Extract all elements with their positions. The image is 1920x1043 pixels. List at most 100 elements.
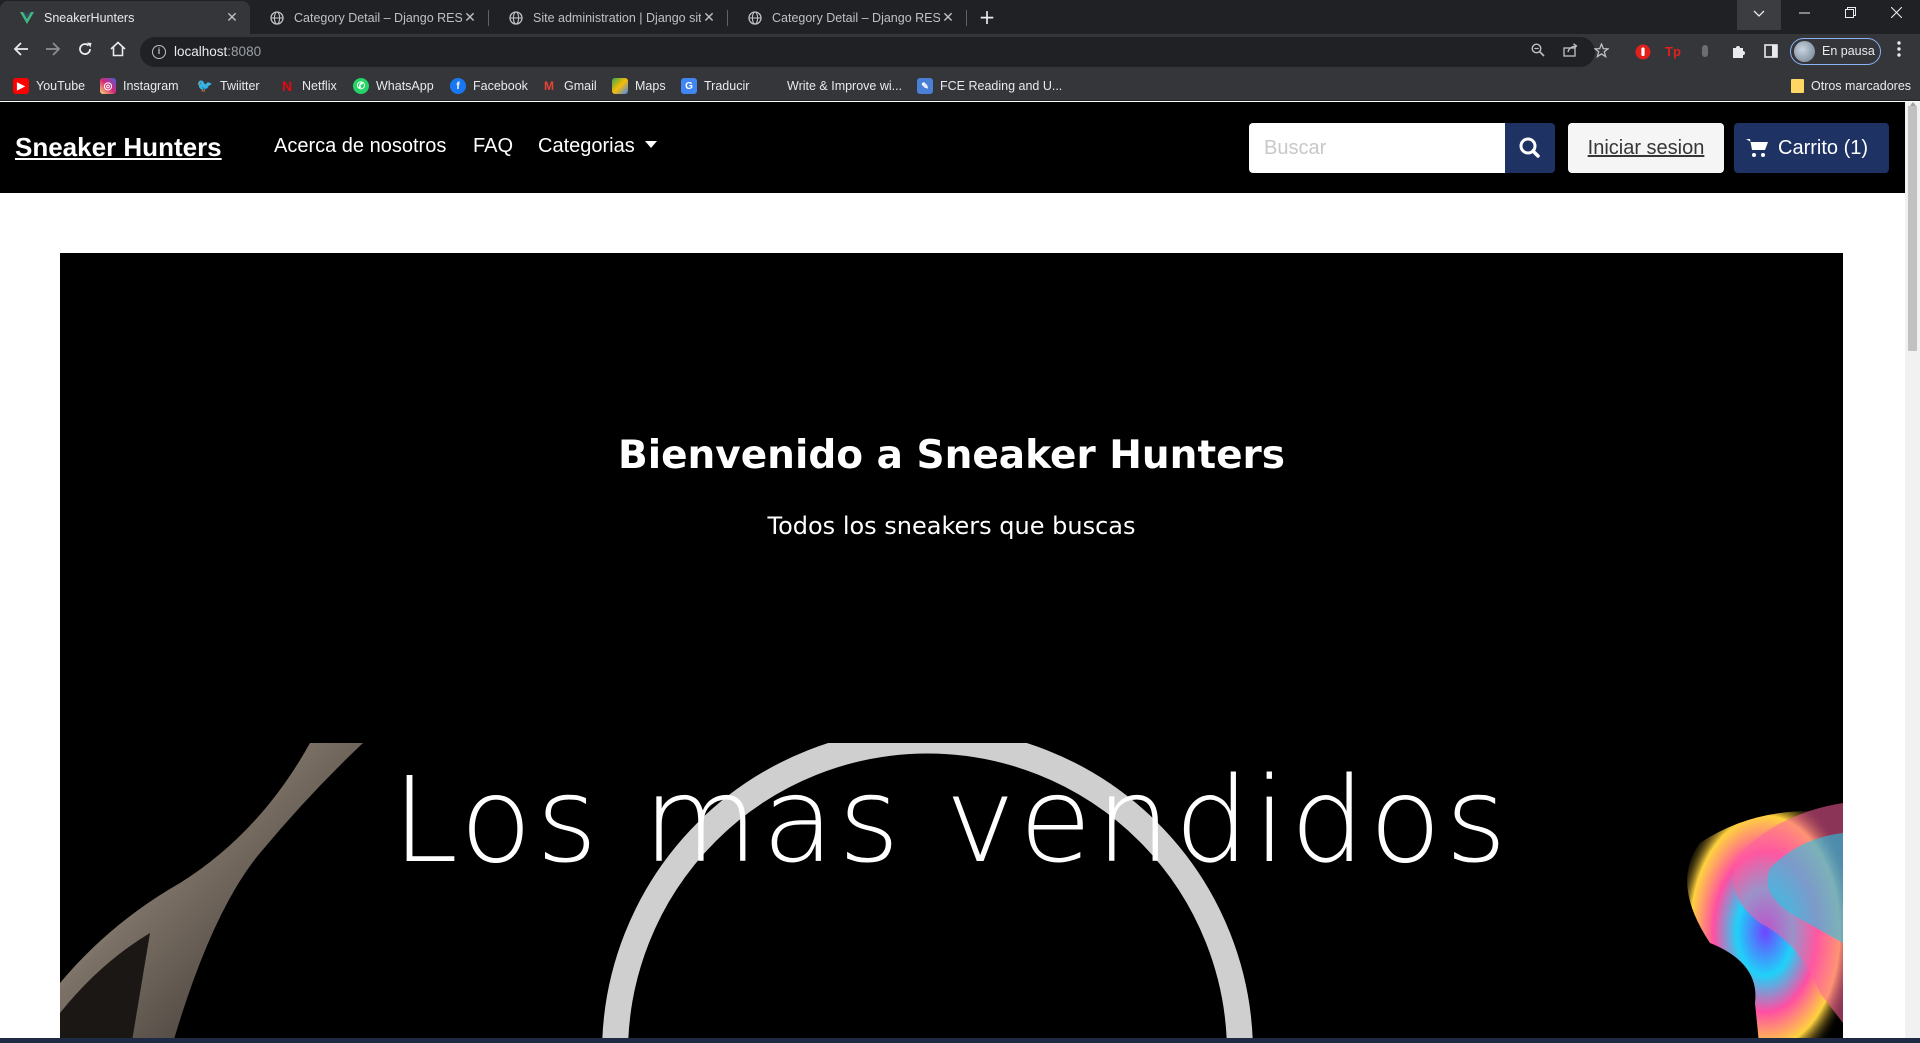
tab-title: Category Detail – Django REST fr bbox=[772, 10, 940, 25]
tab-category-detail-2[interactable]: Category Detail – Django REST fr ✕ bbox=[728, 1, 966, 34]
netflix-icon: N bbox=[281, 78, 293, 94]
bookmark-label: Maps bbox=[635, 79, 666, 93]
bookmark-maps[interactable]: Maps bbox=[612, 77, 666, 95]
globe-icon bbox=[748, 10, 762, 25]
globe-icon bbox=[270, 10, 284, 25]
hero-section: Bienvenido a Sneaker Hunters Todos los s… bbox=[60, 253, 1843, 1040]
home-icon bbox=[110, 41, 126, 57]
restore-button[interactable] bbox=[1827, 0, 1873, 30]
address-bar[interactable]: i localhost:8080 bbox=[140, 37, 1610, 67]
minimize-button[interactable] bbox=[1781, 0, 1827, 30]
nav-faq[interactable]: FAQ bbox=[473, 135, 513, 158]
extension-icon[interactable] bbox=[1697, 44, 1713, 60]
tab-site-administration[interactable]: Site administration | Django site ✕ bbox=[489, 1, 727, 34]
brand-link[interactable]: Sneaker Hunters bbox=[15, 132, 222, 163]
scroll-thumb[interactable] bbox=[1908, 106, 1917, 351]
reload-button[interactable] bbox=[73, 40, 97, 64]
fce-icon: ✎ bbox=[917, 78, 933, 94]
url-port: :8080 bbox=[227, 44, 262, 59]
tab-search-button[interactable] bbox=[1737, 0, 1781, 30]
close-icon[interactable]: ✕ bbox=[462, 9, 478, 26]
page-viewport: Sneaker Hunters Acerca de nosotros FAQ C… bbox=[0, 102, 1905, 1040]
info-icon[interactable]: i bbox=[152, 45, 166, 59]
search-input[interactable] bbox=[1249, 123, 1505, 173]
side-panel-icon[interactable] bbox=[1763, 44, 1779, 60]
browser-toolbar: i localhost:8080 Tp En pausa bbox=[0, 34, 1920, 70]
avatar bbox=[1794, 41, 1815, 62]
close-icon[interactable]: ✕ bbox=[701, 9, 717, 26]
search-button[interactable] bbox=[1505, 123, 1555, 173]
cart-button[interactable]: Carrito (1) bbox=[1734, 123, 1889, 173]
page-scrollbar[interactable] bbox=[1905, 102, 1920, 1040]
bookmark-label: YouTube bbox=[36, 79, 86, 93]
instagram-icon: ◎ bbox=[100, 78, 116, 94]
bookmark-label: WhatsApp bbox=[376, 79, 434, 93]
close-icon[interactable]: ✕ bbox=[940, 9, 956, 26]
profile-button[interactable]: En pausa bbox=[1790, 38, 1881, 65]
bookmark-whatsapp[interactable]: ✆ WhatsApp bbox=[353, 77, 434, 95]
bookmark-label: FCE Reading and U... bbox=[940, 79, 1063, 93]
url-host: localhost bbox=[174, 44, 228, 59]
forward-button[interactable] bbox=[41, 40, 65, 64]
url-text: localhost:8080 bbox=[174, 44, 261, 59]
bookmark-netflix[interactable]: N Netflix bbox=[279, 77, 337, 95]
facebook-icon: f bbox=[450, 78, 466, 94]
nav-categories-dropdown[interactable]: Categorias bbox=[538, 135, 657, 158]
close-icon[interactable]: ✕ bbox=[224, 9, 240, 26]
bookmark-label: Facebook bbox=[473, 79, 528, 93]
bookmark-label: Instagram bbox=[123, 79, 179, 93]
hero-title: Bienvenido a Sneaker Hunters bbox=[618, 433, 1285, 478]
back-button[interactable] bbox=[9, 40, 33, 64]
bookmark-youtube[interactable]: ▶ YouTube bbox=[13, 77, 85, 95]
zoom-icon[interactable] bbox=[1529, 43, 1547, 61]
caret-down-icon bbox=[644, 141, 657, 149]
bookmark-label: Twiitter bbox=[220, 79, 260, 93]
bookmark-facebook[interactable]: f Facebook bbox=[450, 77, 528, 95]
hero-subtitle: Todos los sneakers que buscas bbox=[767, 512, 1136, 540]
other-bookmarks[interactable]: Otros marcadores bbox=[1791, 77, 1911, 95]
bookmarks-bar: ▶ YouTube ◎ Instagram 🐦 Twiitter N Netfl… bbox=[0, 70, 1920, 101]
bookmark-twitter[interactable]: 🐦 Twiitter bbox=[197, 77, 260, 95]
tp-extension-icon[interactable]: Tp bbox=[1665, 44, 1681, 60]
twitter-icon: 🐦 bbox=[196, 78, 214, 93]
globe-icon bbox=[509, 10, 523, 25]
translate-icon: G bbox=[681, 78, 697, 94]
browser-tab-strip: SneakerHunters ✕ Category Detail – Djang… bbox=[0, 0, 1920, 34]
site-navbar: Sneaker Hunters Acerca de nosotros FAQ C… bbox=[0, 102, 1905, 193]
close-window-button[interactable] bbox=[1873, 0, 1919, 30]
adblock-icon[interactable] bbox=[1635, 44, 1651, 60]
login-button[interactable]: Iniciar sesion bbox=[1568, 123, 1724, 173]
taskbar-edge bbox=[0, 1038, 1920, 1043]
folder-icon bbox=[1791, 79, 1804, 93]
puzzle-icon[interactable] bbox=[1730, 44, 1746, 60]
nav-categories-label: Categorias bbox=[538, 135, 635, 157]
bookmark-gmail[interactable]: M Gmail bbox=[541, 77, 597, 95]
menu-button[interactable] bbox=[1890, 40, 1908, 64]
maps-icon bbox=[612, 78, 628, 94]
new-tab-button[interactable]: + bbox=[975, 5, 999, 29]
profile-status: En pausa bbox=[1822, 44, 1875, 58]
tab-sneakerhunters[interactable]: SneakerHunters ✕ bbox=[0, 1, 250, 34]
bookmark-label: Gmail bbox=[564, 79, 597, 93]
star-icon[interactable] bbox=[1592, 42, 1610, 61]
nav-about[interactable]: Acerca de nosotros bbox=[274, 135, 446, 158]
bookmark-instagram[interactable]: ◎ Instagram bbox=[100, 77, 179, 95]
bookmark-write-improve[interactable]: Write & Improve wi... bbox=[764, 77, 902, 95]
bookmark-fce[interactable]: ✎ FCE Reading and U... bbox=[917, 77, 1062, 95]
whatsapp-icon: ✆ bbox=[353, 78, 369, 94]
write-improve-icon bbox=[764, 78, 780, 94]
bookmark-label: Write & Improve wi... bbox=[787, 79, 903, 93]
tab-category-detail-1[interactable]: Category Detail – Django REST fr ✕ bbox=[250, 1, 488, 34]
home-button[interactable] bbox=[106, 40, 130, 64]
other-bookmarks-label: Otros marcadores bbox=[1811, 79, 1912, 93]
bookmark-traducir[interactable]: G Traducir bbox=[681, 77, 749, 95]
search-icon bbox=[1519, 137, 1540, 158]
minimize-icon bbox=[1798, 12, 1810, 14]
cart-icon bbox=[1746, 139, 1768, 157]
bookmark-label: Traducir bbox=[704, 79, 750, 93]
reload-icon bbox=[79, 42, 92, 55]
gmail-icon: M bbox=[544, 79, 554, 93]
restore-icon bbox=[1844, 7, 1856, 18]
share-icon[interactable] bbox=[1561, 43, 1579, 61]
tab-title: Category Detail – Django REST fr bbox=[294, 10, 462, 25]
